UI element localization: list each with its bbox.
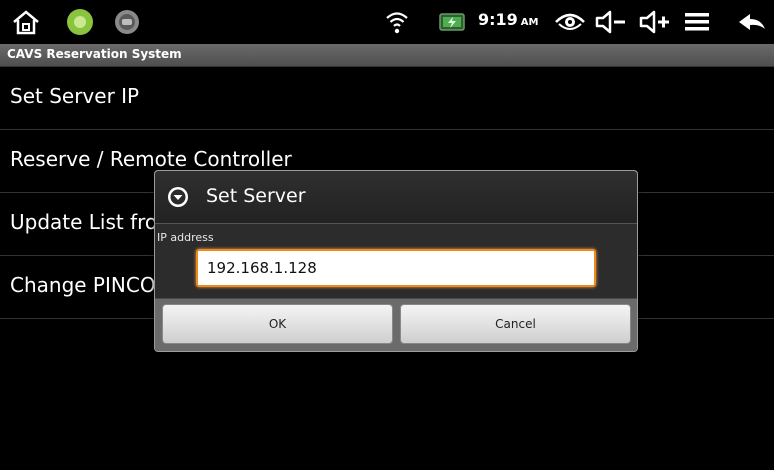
menu-item-label: Reserve / Remote Controller [10, 147, 292, 171]
ip-address-input[interactable]: 192.168.1.128 [196, 249, 596, 287]
app-title: CAVS Reservation System [7, 47, 182, 61]
back-icon[interactable] [736, 0, 768, 44]
clock: 9:19 AM [478, 10, 539, 29]
clock-time: 9:19 [478, 10, 518, 29]
gray-app-icon[interactable] [110, 0, 144, 44]
menu-item-set-server-ip[interactable]: Set Server IP [0, 67, 774, 130]
dialog-header: Set Server [155, 171, 637, 224]
dialog-title: Set Server [206, 185, 306, 207]
ok-button[interactable]: OK [162, 304, 393, 344]
dropdown-circle-icon [168, 187, 188, 207]
home-icon[interactable] [10, 0, 42, 44]
ip-address-label: IP address [157, 231, 214, 244]
cancel-button[interactable]: Cancel [400, 304, 631, 344]
app-title-bar: CAVS Reservation System [0, 44, 774, 67]
menu-icon[interactable] [683, 0, 711, 44]
status-bar: 9:19 AM [0, 0, 774, 44]
battery-charging-icon [436, 0, 468, 44]
wifi-icon [384, 0, 410, 44]
cancel-button-label: Cancel [495, 317, 536, 331]
clock-ampm: AM [520, 17, 539, 28]
volume-down-icon[interactable] [594, 0, 628, 44]
ip-address-value: 192.168.1.128 [207, 259, 317, 277]
green-app-icon[interactable] [63, 0, 97, 44]
volume-up-icon[interactable] [638, 0, 672, 44]
ok-button-label: OK [268, 317, 287, 331]
set-server-dialog: Set Server IP address 192.168.1.128 OK C… [154, 170, 638, 352]
dialog-button-bar: OK Cancel [155, 299, 637, 351]
menu-item-label: Set Server IP [10, 84, 140, 108]
eye-icon[interactable] [553, 0, 587, 44]
